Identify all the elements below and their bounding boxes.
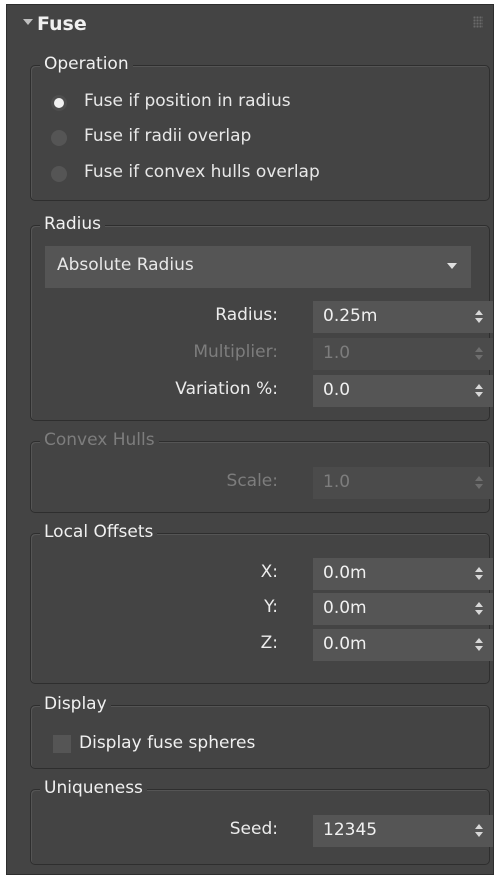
offset-x-label: X: — [260, 562, 278, 582]
collapse-triangle-icon[interactable] — [23, 19, 33, 25]
offset-z-label: Z: — [260, 633, 278, 653]
radio-label: Fuse if position in radius — [84, 91, 291, 111]
spinner-arrows-icon — [475, 476, 483, 490]
offset-x-value[interactable]: 0.0m — [323, 563, 367, 583]
dropdown-arrow-icon — [447, 263, 457, 269]
rollout-header[interactable]: Fuse — [7, 5, 493, 45]
offset-z-value[interactable]: 0.0m — [323, 634, 367, 654]
offset-y-spinner[interactable]: 0.0m — [313, 593, 493, 625]
checkbox-label: Display fuse spheres — [79, 733, 256, 753]
spinner-arrows-icon[interactable] — [475, 567, 483, 581]
radius-mode-value: Absolute Radius — [57, 255, 194, 275]
radius-mode-dropdown[interactable]: Absolute Radius — [45, 246, 471, 288]
radio-label: Fuse if convex hulls overlap — [84, 162, 320, 182]
spinner-arrows-icon[interactable] — [475, 824, 483, 838]
offset-z-spinner[interactable]: 0.0m — [313, 629, 493, 661]
uniqueness-group-title: Uniqueness — [40, 777, 147, 799]
fuse-rollout-panel: Fuse Operation Fuse if position in radiu… — [6, 4, 494, 875]
seed-value[interactable]: 12345 — [323, 820, 377, 840]
radio-selected-icon[interactable] — [51, 95, 67, 111]
uniqueness-group: Uniqueness Seed: 12345 — [30, 777, 493, 865]
operation-group: Operation Fuse if position in radius Fus… — [30, 53, 490, 201]
radio-unselected-icon[interactable] — [51, 166, 67, 182]
convex-hulls-group: Convex Hulls Scale: 1.0 — [30, 429, 493, 513]
radius-value[interactable]: 0.25m — [323, 306, 377, 326]
multiplier-value: 1.0 — [323, 343, 351, 363]
spinner-arrows-icon[interactable] — [475, 638, 483, 652]
offset-x-spinner[interactable]: 0.0m — [313, 558, 493, 590]
operation-group-title: Operation — [40, 53, 133, 75]
display-group-title: Display — [40, 693, 111, 715]
spinner-arrows-icon[interactable] — [475, 602, 483, 616]
radius-spinner[interactable]: 0.25m — [313, 301, 493, 333]
offset-y-value[interactable]: 0.0m — [323, 598, 367, 618]
seed-label: Seed: — [229, 819, 278, 839]
drag-grip-icon[interactable] — [473, 16, 483, 28]
multiplier-label: Multiplier: — [193, 342, 278, 362]
scale-spinner: 1.0 — [313, 467, 493, 499]
scale-label: Scale: — [226, 471, 278, 491]
radio-label: Fuse if radii overlap — [84, 126, 252, 146]
variation-spinner[interactable]: 0.0 — [313, 375, 493, 407]
radius-group: Radius Absolute Radius Radius: 0.25m Mul… — [30, 213, 493, 421]
seed-spinner[interactable]: 12345 — [313, 815, 493, 847]
convex-hulls-group-title: Convex Hulls — [40, 429, 159, 451]
radius-label: Radius: — [215, 305, 278, 325]
scale-value: 1.0 — [323, 472, 351, 492]
display-group: Display Display fuse spheres — [30, 693, 490, 769]
radius-group-title: Radius — [40, 213, 106, 235]
radio-unselected-icon[interactable] — [51, 130, 67, 146]
checkbox-unchecked-icon[interactable] — [53, 735, 71, 753]
local-offsets-group: Local Offsets X: 0.0m Y: 0.0m Z: 0.0m — [30, 521, 493, 684]
variation-value[interactable]: 0.0 — [323, 380, 350, 400]
spinner-arrows-icon[interactable] — [475, 310, 483, 324]
spinner-arrows-icon — [475, 347, 483, 361]
spinner-arrows-icon[interactable] — [475, 384, 483, 398]
rollout-title: Fuse — [37, 13, 87, 35]
local-offsets-group-title: Local Offsets — [40, 521, 158, 543]
variation-label: Variation %: — [175, 379, 278, 399]
offset-y-label: Y: — [264, 597, 278, 617]
multiplier-spinner: 1.0 — [313, 338, 493, 370]
